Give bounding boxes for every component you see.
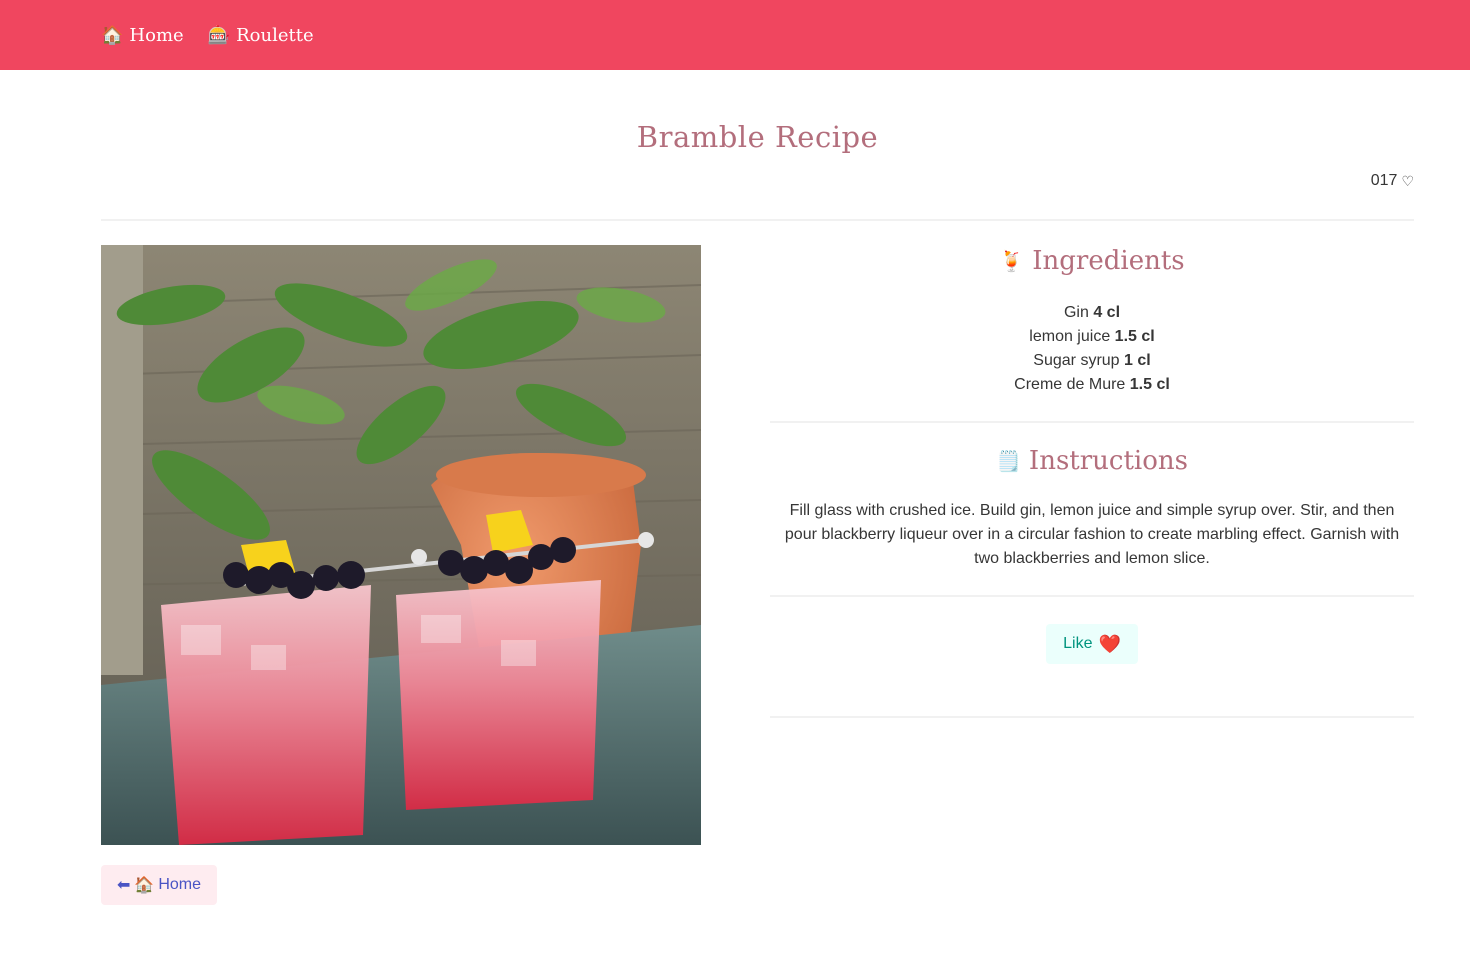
cocktail-illustration [101,245,701,845]
heart-icon: ❤️ [1098,633,1121,654]
house-icon: 🏠 [101,24,124,46]
notepad-icon: 🗒️ [996,449,1021,473]
likes-counter: 017 ♡ [101,170,1414,192]
divider [101,219,1414,221]
list-item: Sugar syrup 1 cl [1033,352,1151,369]
left-column: ⬅ 🏠 Home [101,245,701,905]
likes-count: 017 [1370,172,1398,189]
nav-roulette-label: Roulette [236,24,314,46]
ingredient-list: Gin 4 cl lemon juice 1.5 cl Sugar syrup … [770,301,1414,397]
list-item: lemon juice 1.5 cl [1029,328,1155,345]
cocktail-photo [101,245,701,845]
nav-roulette-link[interactable]: 🎰 Roulette [208,25,314,46]
like-button[interactable]: Like ❤️ [1046,624,1138,664]
page-title: Bramble Recipe [636,120,879,154]
instructions-title: Instructions [1028,446,1188,476]
right-column: 🍹 Ingredients Gin 4 cl lemon juice 1.5 c… [770,245,1414,905]
top-navbar: 🏠 Home 🎰 Roulette [0,0,1470,70]
like-label: Like [1063,635,1093,652]
ingredients-heading: 🍹 Ingredients [770,245,1414,277]
main-content: Bramble Recipe 017 ♡ ⬅ 🏠 Home 🍹 Ingredie… [101,70,1414,905]
back-home-label: Home [158,876,202,893]
recipe-columns: ⬅ 🏠 Home 🍹 Ingredients Gin 4 cl lemon ju… [101,245,1414,905]
heart-outline-icon: ♡ [1401,172,1414,189]
house-icon: 🏠 [134,877,155,894]
nav-home-label: Home [129,24,184,46]
arrow-left-icon: ⬅ [117,877,131,894]
list-item: Gin 4 cl [1063,304,1121,321]
list-item: Creme de Mure 1.5 cl [1014,376,1170,393]
cocktail-icon: 🍹 [999,249,1025,273]
nav-home-link[interactable]: 🏠 Home [101,25,184,46]
divider [770,421,1414,423]
divider [770,716,1414,718]
like-wrap: Like ❤️ [770,624,1414,664]
instructions-heading: 🗒️ Instructions [770,445,1414,477]
back-home-button[interactable]: ⬅ 🏠 Home [101,865,218,905]
ingredients-title: Ingredients [1032,246,1185,276]
slot-machine-icon: 🎰 [207,24,231,46]
instructions-text: Fill glass with crushed ice. Build gin, … [784,502,1400,567]
divider [770,595,1414,597]
